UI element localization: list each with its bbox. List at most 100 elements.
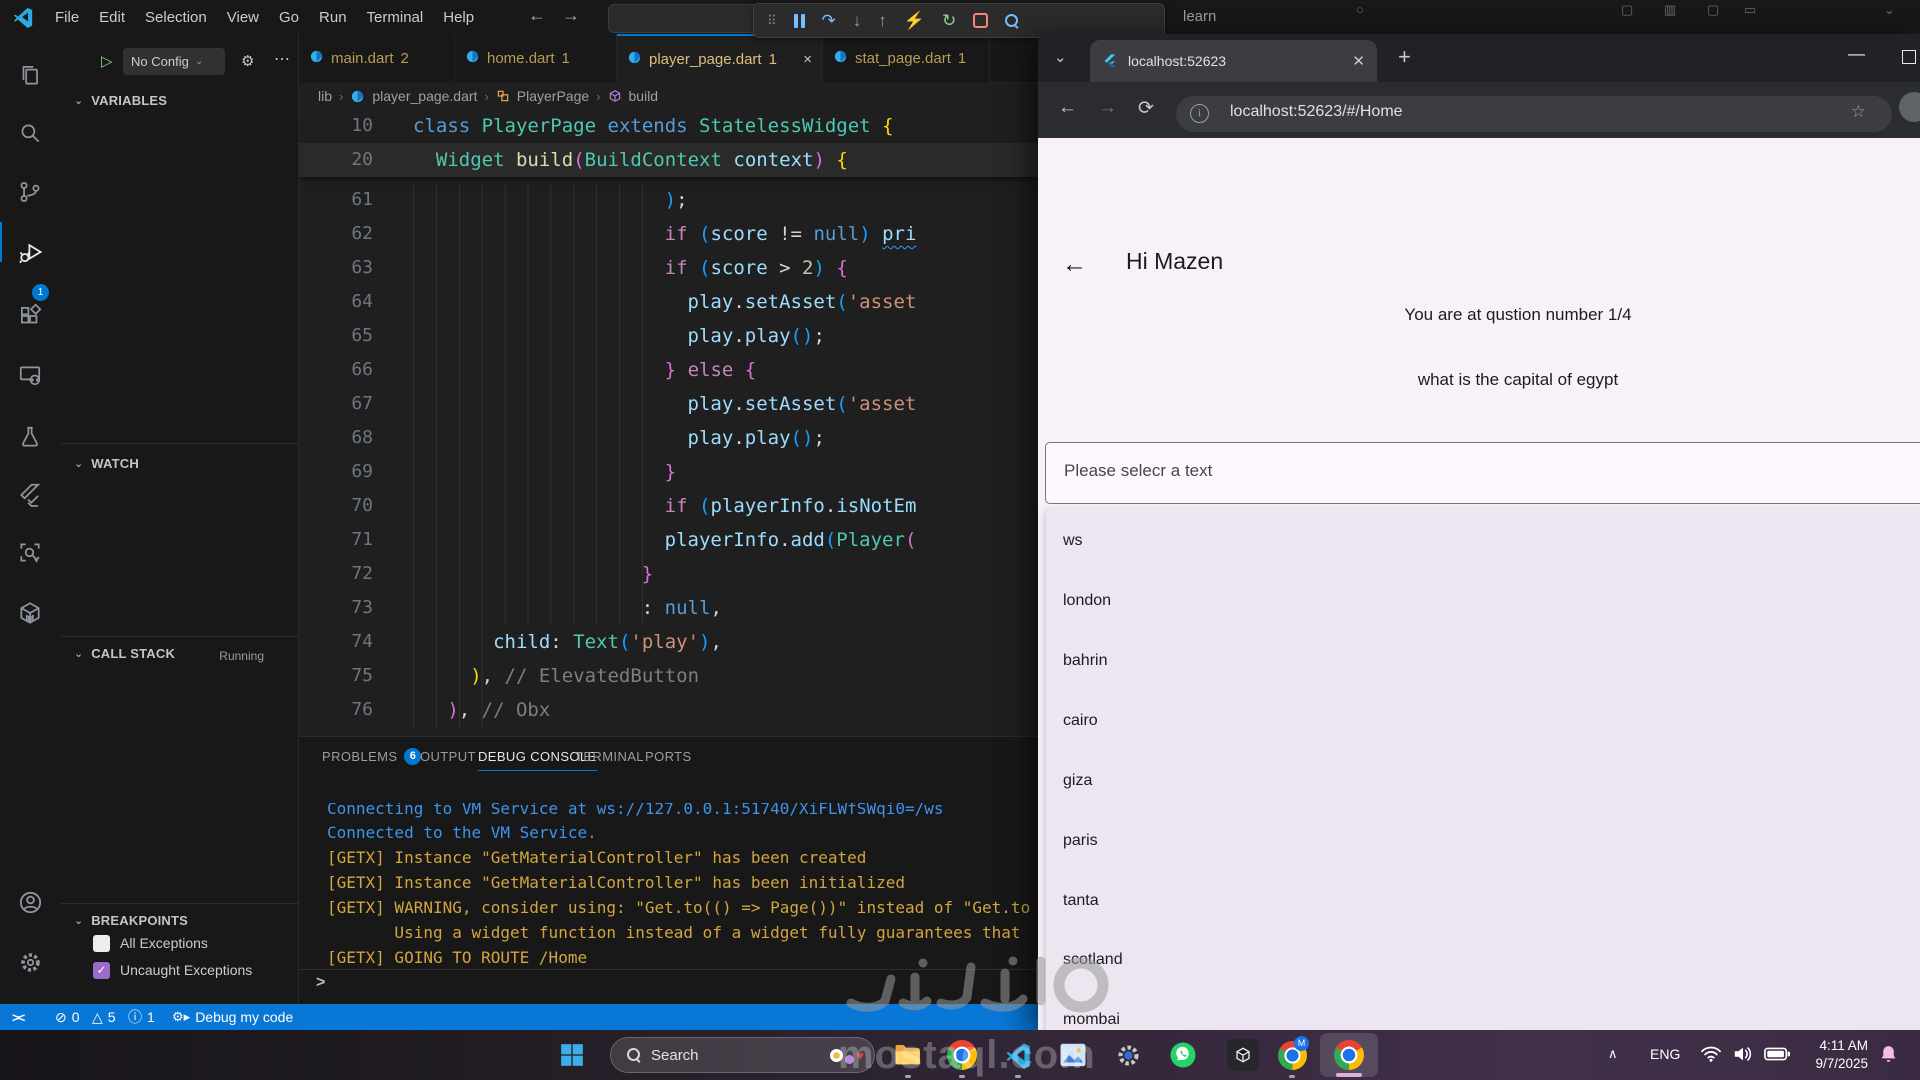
start-debug-icon[interactable]: ▷	[101, 52, 113, 70]
tray-chevron-icon[interactable]: ∧	[1608, 1046, 1618, 1062]
volume-icon[interactable]	[1732, 1044, 1754, 1069]
source-control-icon[interactable]	[14, 176, 46, 208]
debug-step-out-button[interactable]: ↑	[878, 12, 887, 29]
panel-tab-ports[interactable]: PORTS	[645, 745, 692, 767]
page-back-arrow[interactable]: ←	[1062, 250, 1087, 279]
debug-gear-icon[interactable]: ⚙	[241, 52, 254, 70]
clock[interactable]: 4:11 AM 9/7/2025	[1795, 1037, 1868, 1073]
panel-tab-terminal[interactable]: TERMINAL	[575, 745, 644, 767]
panel-tab-output[interactable]: OUTPUT	[420, 745, 476, 767]
debug-pause-button[interactable]	[794, 14, 805, 28]
run-debug-icon[interactable]	[14, 236, 46, 268]
problems-errors[interactable]: ⊘0	[55, 1004, 80, 1030]
menu-help[interactable]: Help	[434, 5, 483, 30]
variables-section-header[interactable]: ⌄VARIABLES	[74, 93, 167, 108]
breakpoint-row[interactable]: ✓Uncaught Exceptions	[93, 959, 252, 981]
tab-close-icon[interactable]: ✕	[1352, 52, 1365, 70]
debug-step-over-button[interactable]: ↷	[822, 12, 836, 29]
debug-step-into-button[interactable]: ↓	[853, 12, 862, 29]
browser-tab[interactable]: localhost:52623 ✕	[1090, 40, 1377, 82]
account-icon[interactable]	[14, 886, 46, 918]
code-editor[interactable]: 61 );62 if (score != null) pri63 if (sco…	[299, 177, 1040, 736]
tab-search-chevron-icon[interactable]: ⌄	[1054, 48, 1067, 66]
nav-forward-icon[interactable]: →	[562, 5, 580, 26]
window-minimize-button[interactable]: —	[1848, 44, 1865, 64]
package-explorer-icon[interactable]	[14, 597, 46, 629]
option-cairo[interactable]: cairo	[1063, 709, 1098, 733]
breadcrumb-item[interactable]: lib	[318, 88, 332, 104]
checked-checkbox[interactable]: ✓	[93, 962, 110, 979]
settings-icon[interactable]	[1112, 1039, 1144, 1071]
debug-stop-button[interactable]	[973, 13, 988, 28]
answer-select-field[interactable]: Please selecr a text	[1045, 442, 1920, 504]
menu-terminal[interactable]: Terminal	[358, 5, 433, 30]
breadcrumb-item[interactable]: PlayerPage	[517, 88, 589, 104]
breadcrumb-item[interactable]: player_page.dart	[372, 88, 477, 104]
search-icon[interactable]	[14, 117, 46, 149]
breakpoint-row[interactable]: All Exceptions	[93, 932, 208, 954]
menu-go[interactable]: Go	[270, 5, 308, 30]
debug-more-actions-icon[interactable]: ⋯	[274, 49, 291, 69]
option-tanta[interactable]: tanta	[1063, 889, 1099, 913]
call-stack-section-header[interactable]: ⌄CALL STACK	[74, 646, 175, 661]
code-line-72: 72 }	[299, 557, 1040, 591]
active-chrome-tile[interactable]	[1320, 1033, 1378, 1077]
debug-toolbar-grip-icon[interactable]: ⠿	[767, 14, 777, 27]
tab-close-icon[interactable]: ×	[803, 51, 812, 68]
debug-status[interactable]: ⚙▸ Debug my code	[172, 1004, 293, 1030]
watch-section-header[interactable]: ⌄WATCH	[74, 456, 139, 471]
notification-bell-icon[interactable]	[1878, 1043, 1899, 1070]
bookmark-star-icon[interactable]: ☆	[1851, 102, 1866, 122]
editor-tab-home.dart[interactable]: home.dart1	[455, 34, 617, 83]
chrome-profile-icon[interactable]: M	[1276, 1039, 1308, 1071]
new-tab-button[interactable]: +	[1398, 44, 1411, 70]
menu-file[interactable]: File	[46, 5, 88, 30]
profile-avatar[interactable]	[1899, 92, 1920, 122]
browser-back-icon[interactable]: ←	[1058, 97, 1077, 119]
option-giza[interactable]: giza	[1063, 769, 1092, 793]
language-indicator[interactable]: ENG	[1650, 1046, 1680, 1062]
code-line-62: 62 if (score != null) pri	[299, 217, 1040, 251]
menu-run[interactable]: Run	[310, 5, 356, 30]
browser-forward-icon[interactable]: →	[1098, 97, 1117, 119]
menu-view[interactable]: View	[218, 5, 268, 30]
remote-indicator[interactable]: ><	[12, 1004, 23, 1030]
hot-reload-button[interactable]: ⚡	[904, 12, 925, 29]
menu-selection[interactable]: Selection	[136, 5, 216, 30]
unity-hub-icon[interactable]	[1227, 1039, 1259, 1071]
extensions-icon[interactable]	[14, 300, 46, 332]
site-info-icon[interactable]: i	[1190, 104, 1209, 123]
flutter-icon[interactable]	[14, 479, 46, 511]
testing-icon[interactable]	[14, 421, 46, 453]
unchecked-checkbox[interactable]	[93, 935, 110, 952]
editor-tab-main.dart[interactable]: main.dart2	[299, 34, 455, 83]
widget-inspector-button[interactable]	[1005, 14, 1019, 28]
taskbar-search[interactable]: Search ♥	[610, 1037, 875, 1073]
launch-config-dropdown[interactable]: No Config ⌄	[123, 48, 225, 75]
option-ws[interactable]: ws	[1063, 529, 1083, 553]
start-button[interactable]	[556, 1039, 588, 1071]
nav-back-icon[interactable]: ←	[528, 5, 546, 26]
problems-infos[interactable]: ⓘ1	[128, 1004, 155, 1030]
option-bahrin[interactable]: bahrin	[1063, 649, 1107, 673]
problems-warnings[interactable]: △5	[92, 1004, 116, 1030]
whatsapp-icon[interactable]	[1167, 1039, 1199, 1071]
settings-gear-icon[interactable]	[14, 946, 46, 978]
breakpoints-section-header[interactable]: ⌄BREAKPOINTS	[74, 913, 188, 928]
panel-tab-problems[interactable]: PROBLEMS6	[322, 745, 421, 767]
battery-icon[interactable]	[1764, 1047, 1790, 1066]
address-bar[interactable]: i localhost:52623/#/Home ☆	[1176, 96, 1892, 132]
menu-edit[interactable]: Edit	[90, 5, 134, 30]
editor-tab-player_page.dart[interactable]: player_page.dart1×	[617, 34, 823, 83]
editor-tab-stat_page.dart[interactable]: stat_page.dart1	[823, 34, 990, 83]
widget-inspector-view-icon[interactable]	[14, 537, 46, 569]
browser-reload-icon[interactable]: ⟳	[1138, 97, 1154, 120]
wifi-icon[interactable]	[1700, 1045, 1722, 1068]
option-london[interactable]: london	[1063, 589, 1111, 613]
breadcrumb-item[interactable]: build	[629, 88, 659, 104]
explorer-icon[interactable]	[14, 59, 46, 91]
debug-restart-button[interactable]: ↻	[942, 12, 956, 29]
remote-explorer-icon[interactable]	[14, 359, 46, 391]
option-paris[interactable]: paris	[1063, 829, 1098, 853]
window-maximize-button[interactable]	[1902, 50, 1916, 64]
